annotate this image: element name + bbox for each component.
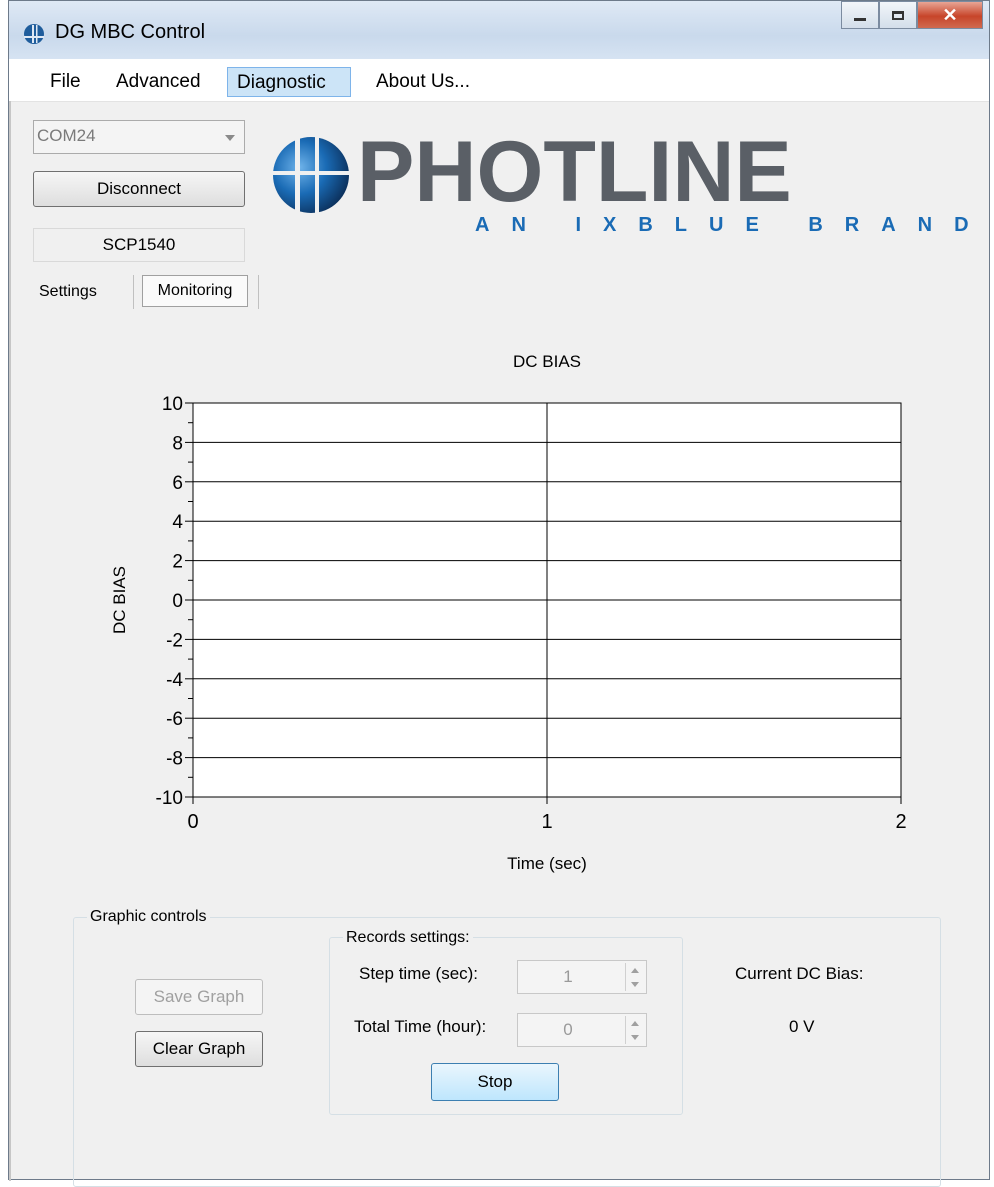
graphic-controls-label: Graphic controls [87, 908, 210, 926]
step-time-label: Step time (sec): [359, 964, 479, 983]
com-port-select[interactable]: COM24 [33, 120, 245, 154]
total-up-icon[interactable] [626, 1016, 644, 1030]
tab-monitoring[interactable]: Monitoring [142, 275, 248, 307]
step-time-value: 1 [563, 967, 573, 986]
title-bar[interactable]: DG MBC Control ✕ [9, 1, 989, 59]
total-time-value: 0 [563, 1020, 573, 1039]
y-tick-label: -4 [166, 670, 183, 691]
total-time-arrows [625, 1016, 644, 1044]
main-window: DG MBC Control ✕ File Advanced Diagnosti… [8, 0, 990, 1187]
com-port-value: COM24 [37, 126, 96, 145]
chevron-down-icon[interactable] [225, 135, 235, 141]
x-tick-label: 0 [187, 811, 198, 833]
disconnect-button[interactable]: Disconnect [33, 171, 245, 207]
menu-file[interactable]: File [41, 67, 90, 97]
menu-diagnostic[interactable]: Diagnostic [227, 67, 351, 97]
y-tick-label: -6 [166, 709, 183, 730]
step-down-icon[interactable] [626, 977, 644, 991]
stop-button[interactable]: Stop [431, 1063, 559, 1101]
clear-graph-button[interactable]: Clear Graph [135, 1031, 263, 1067]
y-tick-label: 4 [172, 512, 183, 533]
menu-advanced[interactable]: Advanced [107, 67, 210, 97]
window-controls: ✕ [841, 1, 983, 31]
y-tick-label: 0 [172, 591, 183, 612]
tab-settings[interactable]: Settings [39, 283, 97, 301]
maximize-icon[interactable] [879, 1, 917, 29]
dc-bias-chart: 1086420-2-4-6-8-100 1 2DC BIASTime (sec)DC… [110, 352, 907, 873]
y-tick-label: 10 [162, 394, 183, 415]
step-up-icon[interactable] [626, 963, 644, 977]
tab-divider [133, 275, 134, 309]
y-tick-label: -8 [166, 749, 183, 770]
photline-logo: PHOTLINE AN IXBLUE BRAND [271, 127, 985, 236]
x-tick-label: 1 [541, 811, 552, 833]
y-axis-label: DC BIAS [110, 566, 129, 634]
x-tick-label: 2 [895, 811, 906, 833]
y-tick-label: 2 [172, 552, 183, 573]
step-time-stepper[interactable]: 1 [517, 960, 647, 994]
device-name-field: SCP1540 [33, 228, 245, 262]
minimize-icon[interactable] [841, 1, 879, 29]
app-icon [24, 24, 44, 44]
x-axis-label: Time (sec) [507, 854, 587, 873]
y-tick-label: 6 [172, 473, 183, 494]
total-down-icon[interactable] [626, 1030, 644, 1044]
total-time-stepper[interactable]: 0 [517, 1013, 647, 1047]
chart-title: DC BIAS [513, 352, 581, 371]
menu-about-us[interactable]: About Us... [367, 67, 479, 97]
records-settings-label: Records settings: [343, 929, 473, 947]
menu-bar: File Advanced Diagnostic About Us... [9, 59, 989, 102]
current-dc-bias-label: Current DC Bias: [735, 964, 864, 983]
y-tick-label: 8 [172, 433, 183, 454]
logo-main-text: PHOTLINE [357, 127, 792, 220]
save-graph-button[interactable]: Save Graph [135, 979, 263, 1015]
step-time-arrows [625, 963, 644, 991]
close-icon[interactable]: ✕ [917, 1, 983, 29]
total-time-label: Total Time (hour): [354, 1017, 487, 1036]
tab-divider [258, 275, 259, 309]
window-title: DG MBC Control [55, 21, 206, 43]
y-tick-label: -2 [166, 630, 183, 651]
y-tick-label: -10 [156, 788, 183, 809]
current-dc-bias-value: 0 V [789, 1017, 815, 1036]
logo-sub-text: AN IXBLUE BRAND [475, 214, 985, 236]
